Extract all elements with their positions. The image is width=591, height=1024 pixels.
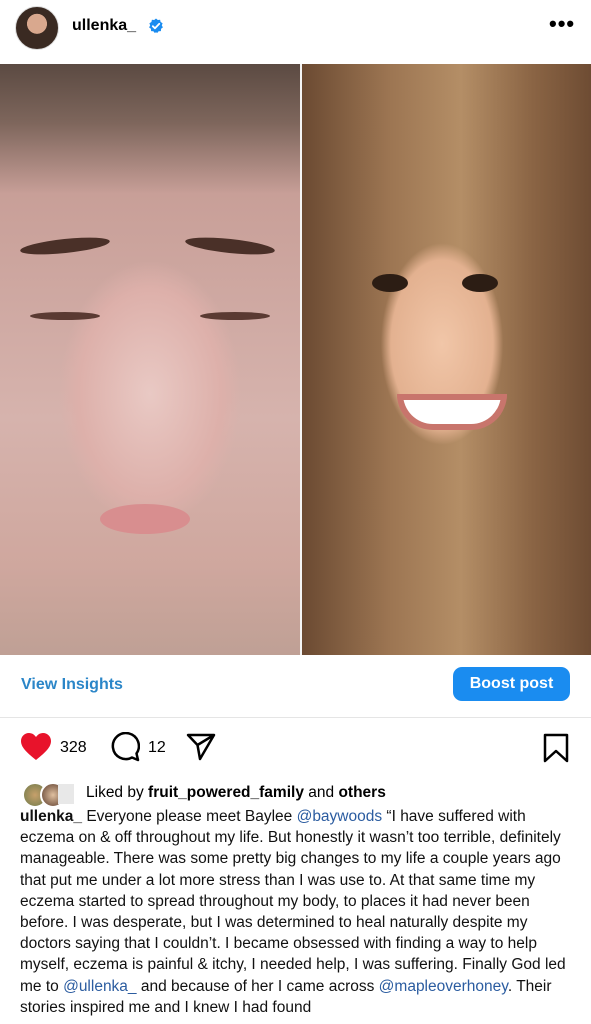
- post-username[interactable]: ullenka_: [72, 17, 136, 35]
- comment-icon[interactable]: [110, 732, 140, 762]
- liked-by-user[interactable]: fruit_powered_family: [148, 784, 304, 801]
- post-caption: ullenka_ Everyone please meet Baylee @ba…: [20, 808, 566, 1016]
- boost-post-button[interactable]: Boost post: [453, 667, 570, 701]
- caption-username[interactable]: ullenka_: [20, 808, 82, 825]
- avatar[interactable]: [15, 6, 59, 50]
- liked-by-row: Liked by fruit_powered_family and others: [0, 780, 591, 808]
- verified-badge-icon: [149, 18, 163, 33]
- view-insights-link[interactable]: View Insights: [21, 676, 123, 694]
- more-options-icon[interactable]: •••: [549, 13, 575, 35]
- liked-by-others[interactable]: others: [338, 784, 385, 801]
- bookmark-icon[interactable]: [543, 733, 569, 763]
- post-header: ullenka_ •••: [0, 0, 591, 60]
- heart-icon[interactable]: [20, 732, 52, 762]
- share-icon[interactable]: [186, 733, 216, 761]
- likes-count[interactable]: 328: [60, 739, 87, 757]
- comments-count[interactable]: 12: [148, 739, 166, 757]
- action-bar: 328 12: [0, 728, 591, 768]
- post-image[interactable]: [0, 64, 591, 655]
- after-photo: [302, 64, 591, 655]
- mention-link[interactable]: @ullenka_: [63, 978, 136, 995]
- mention-link[interactable]: @baywoods: [297, 808, 383, 825]
- mention-link[interactable]: @mapleoverhoney: [379, 978, 508, 995]
- liked-by-text[interactable]: Liked by fruit_powered_family and others: [86, 784, 386, 802]
- before-photo: [0, 64, 300, 655]
- liker-avatar: [58, 784, 74, 804]
- insights-bar: View Insights Boost post: [0, 655, 591, 718]
